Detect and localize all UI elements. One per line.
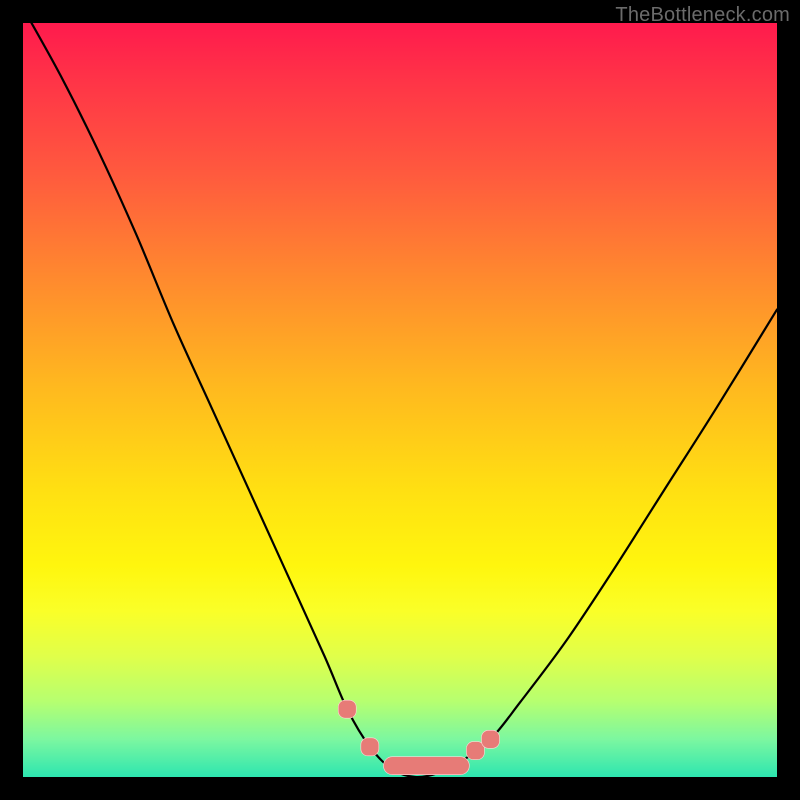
chart-marker	[466, 742, 484, 760]
chart-area	[23, 23, 777, 777]
chart-marker	[361, 738, 379, 756]
chart-marker	[383, 757, 469, 775]
chart-marker	[338, 700, 356, 718]
curve-plot	[23, 23, 777, 777]
bottleneck-curve	[23, 23, 777, 777]
watermark-text: TheBottleneck.com	[615, 4, 790, 27]
chart-marker	[481, 730, 499, 748]
